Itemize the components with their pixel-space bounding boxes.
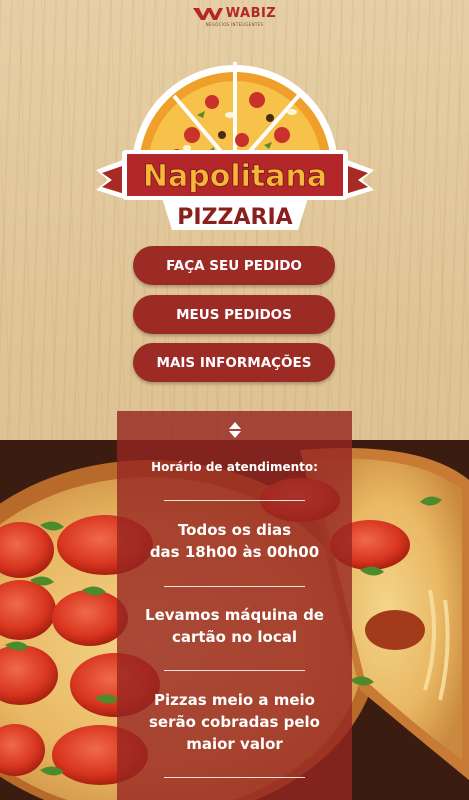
brand-name: WABIZ [225, 5, 277, 21]
divider [164, 500, 305, 501]
half-line: serão cobradas pelo [149, 713, 320, 731]
logo-name: Napolitana [143, 159, 327, 194]
logo-subtitle: PIZZARIA [177, 205, 292, 230]
wabiz-logo-icon [192, 8, 223, 20]
card-text: Levamos máquina de cartão no local [117, 604, 352, 648]
order-button[interactable]: FAÇA SEU PEDIDO [133, 246, 335, 285]
half-line: Pizzas meio a meio [154, 691, 315, 709]
toggle-chevron[interactable] [117, 421, 352, 443]
wabiz-brand: WABIZ NEGÓCIOS INTELIGENTES [0, 5, 469, 27]
info-panel: Horário de atendimento: Todos os dias da… [117, 411, 352, 800]
card-line: cartão no local [171, 628, 298, 646]
hours-line: Todos os dias [177, 521, 292, 539]
hours-title: Horário de atendimento: [151, 460, 318, 474]
card-line: Levamos máquina de [145, 606, 324, 624]
hours-text: Todos os dias das 18h00 às 00h00 [117, 519, 352, 563]
divider [164, 670, 305, 671]
more-info-button[interactable]: MAIS INFORMAÇÕES [133, 343, 335, 382]
half-line: maior valor [186, 735, 283, 753]
half-pizza-text: Pizzas meio a meio serão cobradas pelo m… [117, 689, 352, 755]
napolitana-logo: Napolitana PIZZARIA [96, 62, 374, 230]
my-orders-button[interactable]: MEUS PEDIDOS [133, 295, 335, 334]
divider [164, 586, 305, 587]
brand-tagline: NEGÓCIOS INTELIGENTES [205, 22, 264, 27]
hours-line: das 18h00 às 00h00 [149, 543, 320, 561]
divider [164, 777, 305, 778]
up-down-chevrons-icon[interactable] [228, 421, 242, 439]
